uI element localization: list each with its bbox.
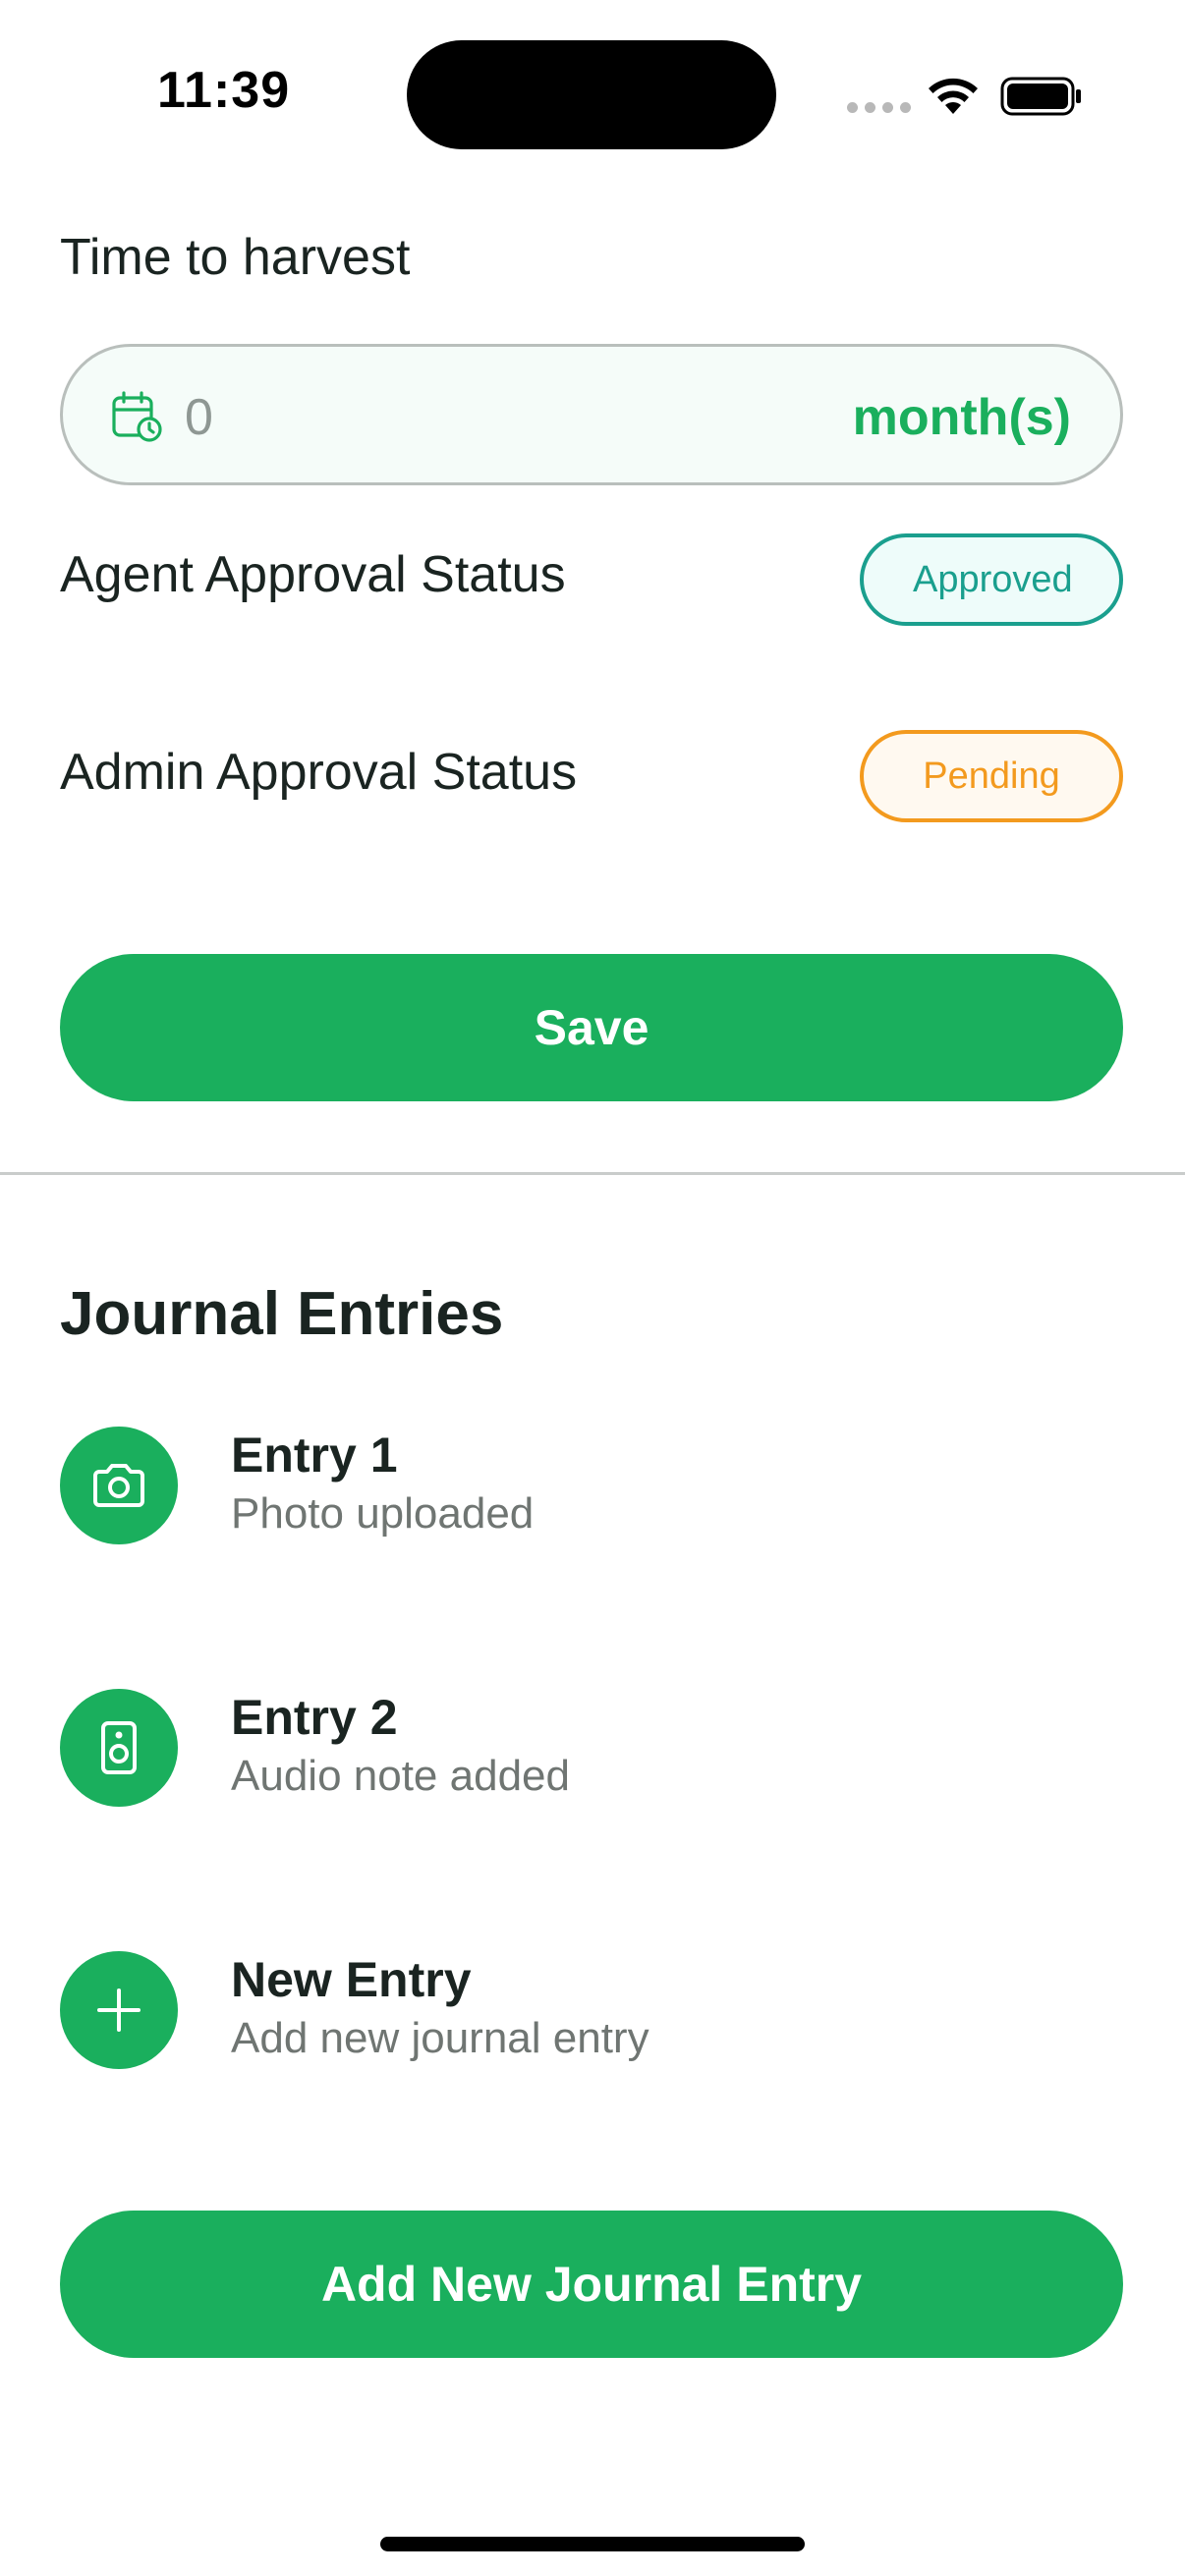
- section-divider: [0, 1172, 1185, 1175]
- plus-icon: [97, 1988, 141, 2032]
- cellular-signal-icon: [847, 102, 911, 113]
- entry-subtitle: Audio note added: [231, 1752, 570, 1800]
- wifi-icon: [929, 78, 978, 114]
- journal-entry-new[interactable]: New Entry Add new journal entry: [60, 1951, 1123, 2069]
- entry-subtitle: Add new journal entry: [231, 2014, 649, 2062]
- admin-approval-badge: Pending: [860, 730, 1123, 822]
- journal-entry-2[interactable]: Entry 2 Audio note added: [60, 1689, 1123, 1807]
- home-indicator: [380, 2537, 805, 2551]
- entry-avatar: [60, 1427, 178, 1544]
- entry-avatar: [60, 1689, 178, 1807]
- agent-approval-label: Agent Approval Status: [60, 546, 566, 603]
- speaker-icon: [101, 1721, 137, 1774]
- status-bar: 11:39: [0, 0, 1185, 196]
- calendar-clock-icon: [112, 391, 162, 442]
- dynamic-island: [407, 40, 776, 149]
- journal-entries-title: Journal Entries: [60, 1280, 504, 1348]
- entry-title: New Entry: [231, 1952, 472, 2007]
- journal-entry-1[interactable]: Entry 1 Photo uploaded: [60, 1427, 1123, 1544]
- entry-subtitle: Photo uploaded: [231, 1489, 535, 1538]
- entry-title: Entry 1: [231, 1428, 398, 1483]
- camera-icon: [93, 1464, 144, 1507]
- harvest-time-input[interactable]: 0 month(s): [60, 344, 1123, 485]
- status-time: 11:39: [157, 62, 291, 119]
- battery-icon: [1000, 77, 1081, 116]
- harvest-label: Time to harvest: [60, 229, 411, 286]
- add-journal-entry-button[interactable]: Add New Journal Entry: [60, 2211, 1123, 2358]
- entry-title: Entry 2: [231, 1690, 398, 1745]
- save-button[interactable]: Save: [60, 954, 1123, 1101]
- agent-approval-badge: Approved: [860, 533, 1123, 626]
- admin-approval-label: Admin Approval Status: [60, 744, 578, 801]
- harvest-unit: month(s): [852, 389, 1071, 446]
- harvest-value[interactable]: 0: [185, 388, 213, 447]
- entry-avatar: [60, 1951, 178, 2069]
